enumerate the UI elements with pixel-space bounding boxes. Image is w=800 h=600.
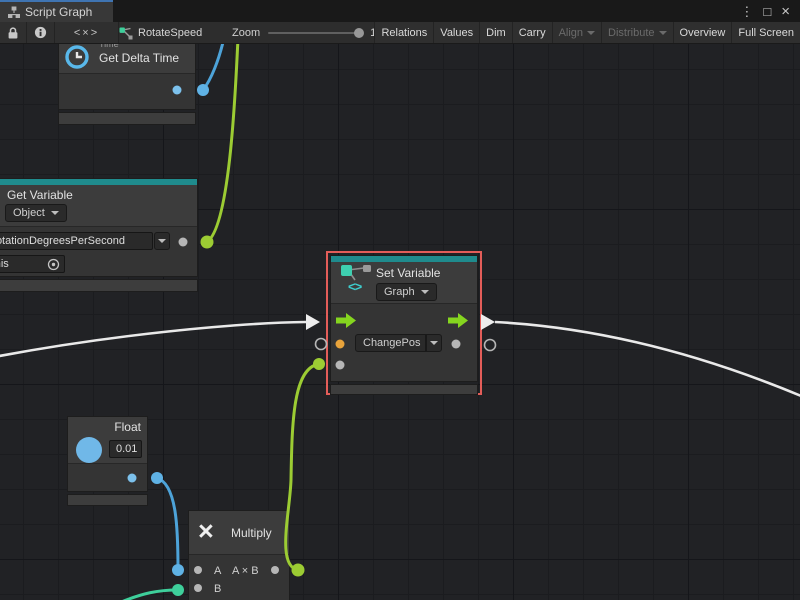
flow-arrow-out-of-node[interactable] [481, 314, 495, 330]
dropdown-arrow-icon [587, 31, 595, 35]
variable-name-field[interactable]: RotationDegreesPerSecond [0, 232, 153, 250]
kebab-menu-icon[interactable]: ⋮ [740, 5, 753, 18]
toolbar-buttons: Relations Values Dim Carry Align Distrib… [374, 22, 800, 43]
float-value-input[interactable]: 0.01 [109, 440, 142, 458]
flow-input-port[interactable] [336, 313, 358, 328]
object-picker-icon[interactable] [47, 258, 60, 271]
wire-float-to-multiply-a[interactable] [157, 478, 178, 570]
dropdown-arrow-icon [51, 211, 59, 215]
wire-endpoint-green[interactable] [313, 358, 325, 370]
clock-icon [65, 44, 89, 70]
wire-endpoint-blue[interactable] [197, 84, 209, 96]
node-title: Get Variable [7, 188, 73, 202]
distribute-button[interactable]: Distribute [601, 22, 672, 43]
graph-name-label: RotateSpeed [138, 27, 202, 39]
full-screen-button[interactable]: Full Screen [731, 22, 800, 43]
graph-icon [8, 6, 20, 18]
graph-brackets-icon: <> [348, 279, 361, 294]
tab-label: Script Graph [25, 5, 92, 19]
node-multiply[interactable]: × Multiply A A × B B [188, 510, 290, 600]
flow-arrow-into-node[interactable] [306, 314, 320, 330]
variable-scope-dropdown[interactable]: Object [5, 204, 67, 222]
tab-script-graph[interactable]: Script Graph [0, 0, 113, 22]
port-label-a: A [214, 565, 221, 577]
close-icon[interactable]: × [781, 4, 790, 19]
node-float[interactable]: Float 0.01 [67, 416, 148, 506]
wire-endpoint-blue[interactable] [151, 472, 163, 484]
script-graph-asset-icon [119, 26, 133, 40]
multiply-icon: × [198, 518, 214, 545]
wire-flow-out[interactable] [495, 322, 800, 398]
variable-name-dropdown[interactable]: ChangePos [355, 334, 426, 352]
tab-bar: Script Graph ⋮ □ × [0, 0, 800, 22]
unity-visual-scripting-window: Script Graph ⋮ □ × <×> [0, 0, 800, 600]
zoom-slider-handle[interactable] [354, 28, 364, 38]
align-button[interactable]: Align [552, 22, 601, 43]
lock-icon [7, 26, 19, 40]
overview-button[interactable]: Overview [673, 22, 732, 43]
node-get-variable[interactable]: Get Variable Object RotationDegreesPerSe… [0, 178, 198, 292]
code-toggle-icon: <×> [74, 27, 99, 39]
port-label-b: B [214, 583, 221, 595]
zoom-slider[interactable] [268, 32, 362, 34]
carry-button[interactable]: Carry [512, 22, 552, 43]
lock-button[interactable] [0, 22, 27, 43]
maximize-icon[interactable]: □ [763, 5, 771, 18]
node-get-delta-time[interactable]: Time Get Delta Time [58, 44, 196, 125]
zoom-control: Zoom 1x [232, 22, 382, 43]
variable-scope-dropdown[interactable]: Graph [376, 283, 437, 301]
values-button[interactable]: Values [433, 22, 479, 43]
wire-get-variable-output[interactable] [207, 44, 238, 242]
wire-endpoint-teal[interactable] [172, 584, 184, 596]
dropdown-arrow-icon [421, 290, 429, 294]
node-title: Multiply [231, 526, 272, 540]
wire-endpoint-blue[interactable] [172, 564, 184, 576]
wire-endpoint-green[interactable] [201, 236, 214, 249]
wire-to-multiply-b[interactable] [112, 590, 178, 600]
info-button[interactable] [27, 22, 55, 43]
node-category-label: Time [99, 44, 119, 49]
wire-delta-time-output[interactable] [203, 44, 224, 90]
variable-target-field[interactable]: This [0, 255, 65, 273]
window-controls: ⋮ □ × [740, 0, 800, 22]
variable-name-dropdown-button[interactable] [426, 334, 442, 352]
zoom-label: Zoom [232, 27, 260, 39]
node-set-variable[interactable]: <> Set Variable Graph ChangePos [330, 255, 478, 395]
unconnected-port-ring-left[interactable] [316, 339, 327, 350]
dropdown-arrow-icon [158, 239, 166, 243]
node-title: Float [114, 420, 141, 434]
relations-button[interactable]: Relations [374, 22, 433, 43]
graph-name-group: RotateSpeed [119, 22, 202, 43]
port-label-output: A × B [232, 565, 259, 577]
info-icon [34, 26, 47, 39]
wire-endpoint-green[interactable] [292, 564, 305, 577]
unconnected-port-ring-right[interactable] [485, 340, 496, 351]
float-icon [75, 436, 103, 464]
dropdown-arrow-icon [430, 341, 438, 345]
wire-multiply-to-set-variable[interactable] [286, 364, 319, 570]
code-view-toggle-button[interactable]: <×> [55, 22, 119, 43]
dim-button[interactable]: Dim [479, 22, 512, 43]
dropdown-arrow-icon [659, 31, 667, 35]
flow-output-port[interactable] [448, 313, 470, 328]
node-title: Get Delta Time [99, 51, 179, 65]
node-title: Set Variable [376, 266, 440, 280]
graph-toolbar: <×> RotateSpeed Zoom 1x Relations Values… [0, 22, 800, 44]
variable-name-dropdown-button[interactable] [154, 232, 170, 250]
graph-canvas[interactable]: Time Get Delta Time Get Variable Object [0, 44, 800, 600]
wire-flow-in[interactable] [0, 322, 306, 357]
